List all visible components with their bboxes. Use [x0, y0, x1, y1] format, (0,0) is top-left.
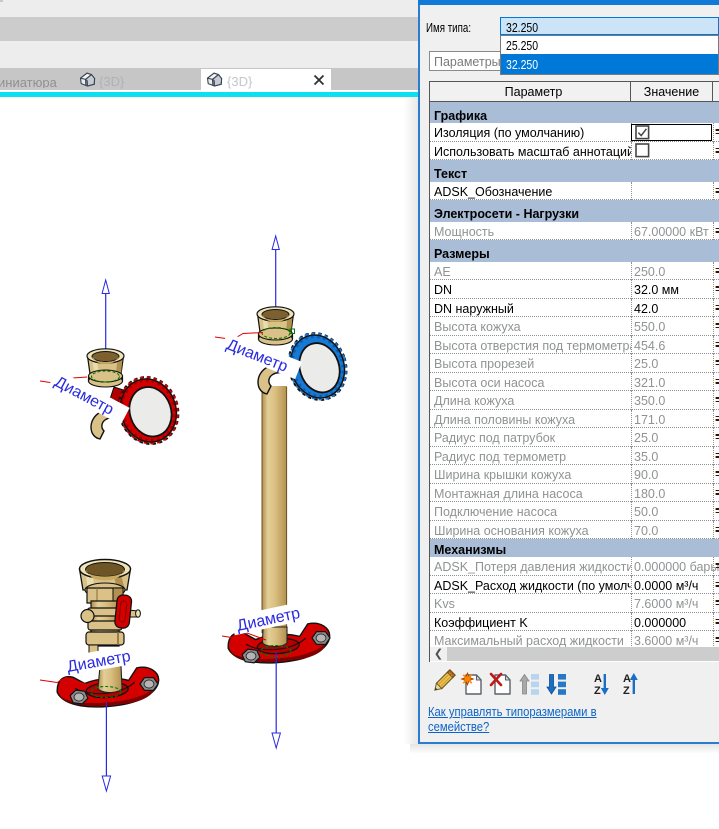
svg-text:А: А — [594, 673, 602, 685]
svg-text:Z: Z — [594, 685, 601, 697]
svg-text:Z: Z — [623, 685, 630, 697]
svg-text:А: А — [623, 673, 631, 685]
